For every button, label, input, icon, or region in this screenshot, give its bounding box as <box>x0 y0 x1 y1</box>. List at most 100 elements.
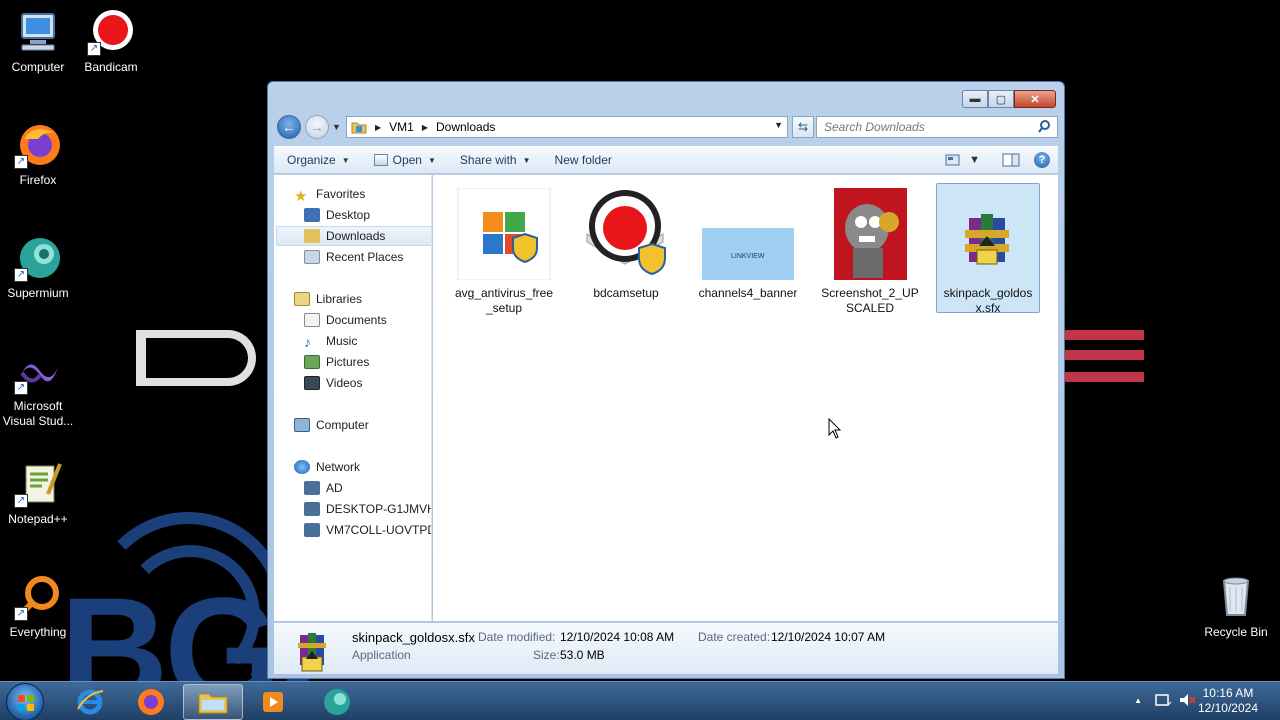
bandicam-icon: ↗ <box>87 8 135 56</box>
nav-music[interactable]: ♪ Music <box>304 331 357 351</box>
network-computer-icon <box>304 523 320 537</box>
supermium-icon <box>324 689 350 715</box>
start-button[interactable] <box>6 683 44 720</box>
nav-label: Network <box>316 460 361 474</box>
avg-installer-icon <box>457 187 551 281</box>
share-with-menu[interactable]: Share with ▼ <box>460 153 531 167</box>
preview-pane-icon[interactable] <box>1002 153 1020 167</box>
desktop-icon-supermium[interactable]: ↗ Supermium <box>0 234 76 301</box>
back-button[interactable]: ← <box>277 115 301 139</box>
desktop-icon-everything[interactable]: ↗ Everything <box>0 573 76 640</box>
desktop-icon-visual-studio[interactable]: ↗ Microsoft Visual Stud... <box>0 347 76 429</box>
shortcut-arrow-icon: ↗ <box>14 607 28 621</box>
nav-desktop-pc[interactable]: DESKTOP-G1JMVHA <box>304 499 431 519</box>
details-size-label: Size: <box>533 648 560 662</box>
nav-documents[interactable]: Documents <box>304 310 387 330</box>
clock-time: 10:16 AM <box>1202 686 1254 700</box>
file-item[interactable]: LINKVIEW channels4_banner <box>696 184 800 314</box>
network-computer-icon <box>304 481 320 495</box>
breadcrumb-separator[interactable]: ▶ <box>375 123 381 132</box>
taskbar-media-player[interactable] <box>243 684 303 720</box>
address-dropdown-icon[interactable]: ▼ <box>774 120 783 130</box>
file-name: avg_antivirus_free_setup <box>454 286 554 315</box>
window-caption-buttons: ▬ ▢ ✕ <box>962 90 1056 108</box>
nav-ad[interactable]: AD <box>304 478 343 498</box>
forward-button[interactable]: → <box>305 115 329 139</box>
chevron-down-icon: ▼ <box>427 155 436 165</box>
taskbar-supermium[interactable] <box>307 684 367 720</box>
search-input[interactable]: Search Downloads <box>816 116 1058 138</box>
desktop-icon-label: Supermium <box>7 286 69 300</box>
change-view-icon[interactable] <box>945 153 961 167</box>
file-name: Screenshot_2_UPSCALED <box>821 286 919 315</box>
nav-label: Videos <box>326 376 363 390</box>
organize-label: Organize <box>287 153 336 167</box>
firefox-icon: ↗ <box>14 121 62 169</box>
network-icon <box>294 460 310 474</box>
recent-pages-dropdown[interactable]: ▼ <box>332 122 341 132</box>
speaker-muted-icon[interactable] <box>1178 692 1196 708</box>
nav-favorites[interactable]: ★ Favorites <box>294 184 365 205</box>
search-placeholder: Search Downloads <box>824 120 925 134</box>
action-center-icon[interactable] <box>1154 692 1172 708</box>
new-folder-button[interactable]: New folder <box>555 153 612 167</box>
desktop-icon-bandicam[interactable]: ↗ Bandicam <box>73 8 149 75</box>
new-folder-label: New folder <box>554 153 612 167</box>
view-options-dropdown[interactable]: ▼ <box>969 154 980 166</box>
breadcrumb-separator[interactable]: ▶ <box>422 123 428 132</box>
file-item[interactable]: Screenshot_2_UPSCALED <box>818 184 922 315</box>
refresh-button[interactable]: ⇆ <box>792 116 814 138</box>
details-pane: skinpack_goldosx.sfx Application Date mo… <box>274 622 1058 674</box>
file-item[interactable]: bdcamsetup <box>574 184 678 314</box>
videos-icon <box>304 376 320 390</box>
nav-label: Computer <box>316 418 369 432</box>
breadcrumb-vm1[interactable]: VM1 <box>389 120 414 134</box>
breadcrumb-downloads[interactable]: Downloads <box>436 120 495 134</box>
chevron-down-icon: ▼ <box>522 155 531 165</box>
nav-network[interactable]: Network <box>294 457 360 477</box>
minimize-button[interactable]: ▬ <box>962 90 988 108</box>
notepadpp-icon: ↗ <box>14 460 62 508</box>
svg-text:LINKVIEW: LINKVIEW <box>731 253 765 260</box>
image-thumbnail-screenshot <box>823 188 917 280</box>
file-item[interactable]: skinpack_goldosx.sfx <box>936 183 1040 315</box>
close-button[interactable]: ✕ <box>1014 90 1056 108</box>
nav-videos[interactable]: Videos <box>304 373 362 393</box>
organize-menu[interactable]: Organize ▼ <box>287 153 350 167</box>
maximize-button[interactable]: ▢ <box>988 90 1014 108</box>
supermium-icon: ↗ <box>14 234 62 282</box>
firefox-icon <box>138 689 164 715</box>
nav-label: DESKTOP-G1JMVHA <box>326 502 431 516</box>
address-bar[interactable]: ▶ VM1 ▶ Downloads ▼ <box>346 116 788 138</box>
desktop-icon-recycle-bin[interactable]: Recycle Bin <box>1198 573 1274 640</box>
nav-pictures[interactable]: Pictures <box>304 352 369 372</box>
taskbar-firefox[interactable] <box>121 684 181 720</box>
help-icon[interactable]: ? <box>1034 152 1050 168</box>
file-item[interactable]: avg_antivirus_free_setup <box>452 184 556 315</box>
windows-logo-icon <box>18 695 34 711</box>
open-icon <box>373 154 388 166</box>
nav-desktop[interactable]: Desktop <box>304 205 370 225</box>
desktop-icon-firefox[interactable]: ↗ Firefox <box>0 121 76 188</box>
file-name: channels4_banner <box>698 286 798 300</box>
share-with-label: Share with <box>459 153 517 167</box>
open-menu[interactable]: Open ▼ <box>373 153 436 167</box>
taskbar-clock[interactable]: 10:16 AM 12/10/2024 <box>1198 686 1258 716</box>
details-date-created-label: Date created: <box>698 630 771 644</box>
file-list: avg_antivirus_free_setup bdcamsetup LINK… <box>433 175 1058 621</box>
bandicam-installer-icon <box>579 188 673 280</box>
clock-date: 12/10/2024 <box>1197 701 1258 715</box>
show-hidden-icons-button[interactable]: ▲ <box>1134 696 1142 705</box>
nav-libraries[interactable]: Libraries <box>294 289 362 309</box>
winrar-sfx-icon <box>298 633 326 672</box>
chevron-down-icon: ▼ <box>341 155 350 165</box>
nav-vm7[interactable]: VM7COLL-UOVTPDA <box>304 520 431 540</box>
desktop-icon-notepadpp[interactable]: ↗ Notepad++ <box>0 460 76 527</box>
taskbar-internet-explorer[interactable] <box>60 684 120 720</box>
search-icon[interactable] <box>1038 120 1051 133</box>
nav-downloads[interactable]: Downloads <box>276 226 431 246</box>
nav-computer[interactable]: Computer <box>294 415 369 435</box>
taskbar-windows-explorer[interactable] <box>183 684 243 720</box>
nav-recent-places[interactable]: Recent Places <box>304 247 403 267</box>
desktop-icon-computer[interactable]: Computer <box>0 8 76 75</box>
